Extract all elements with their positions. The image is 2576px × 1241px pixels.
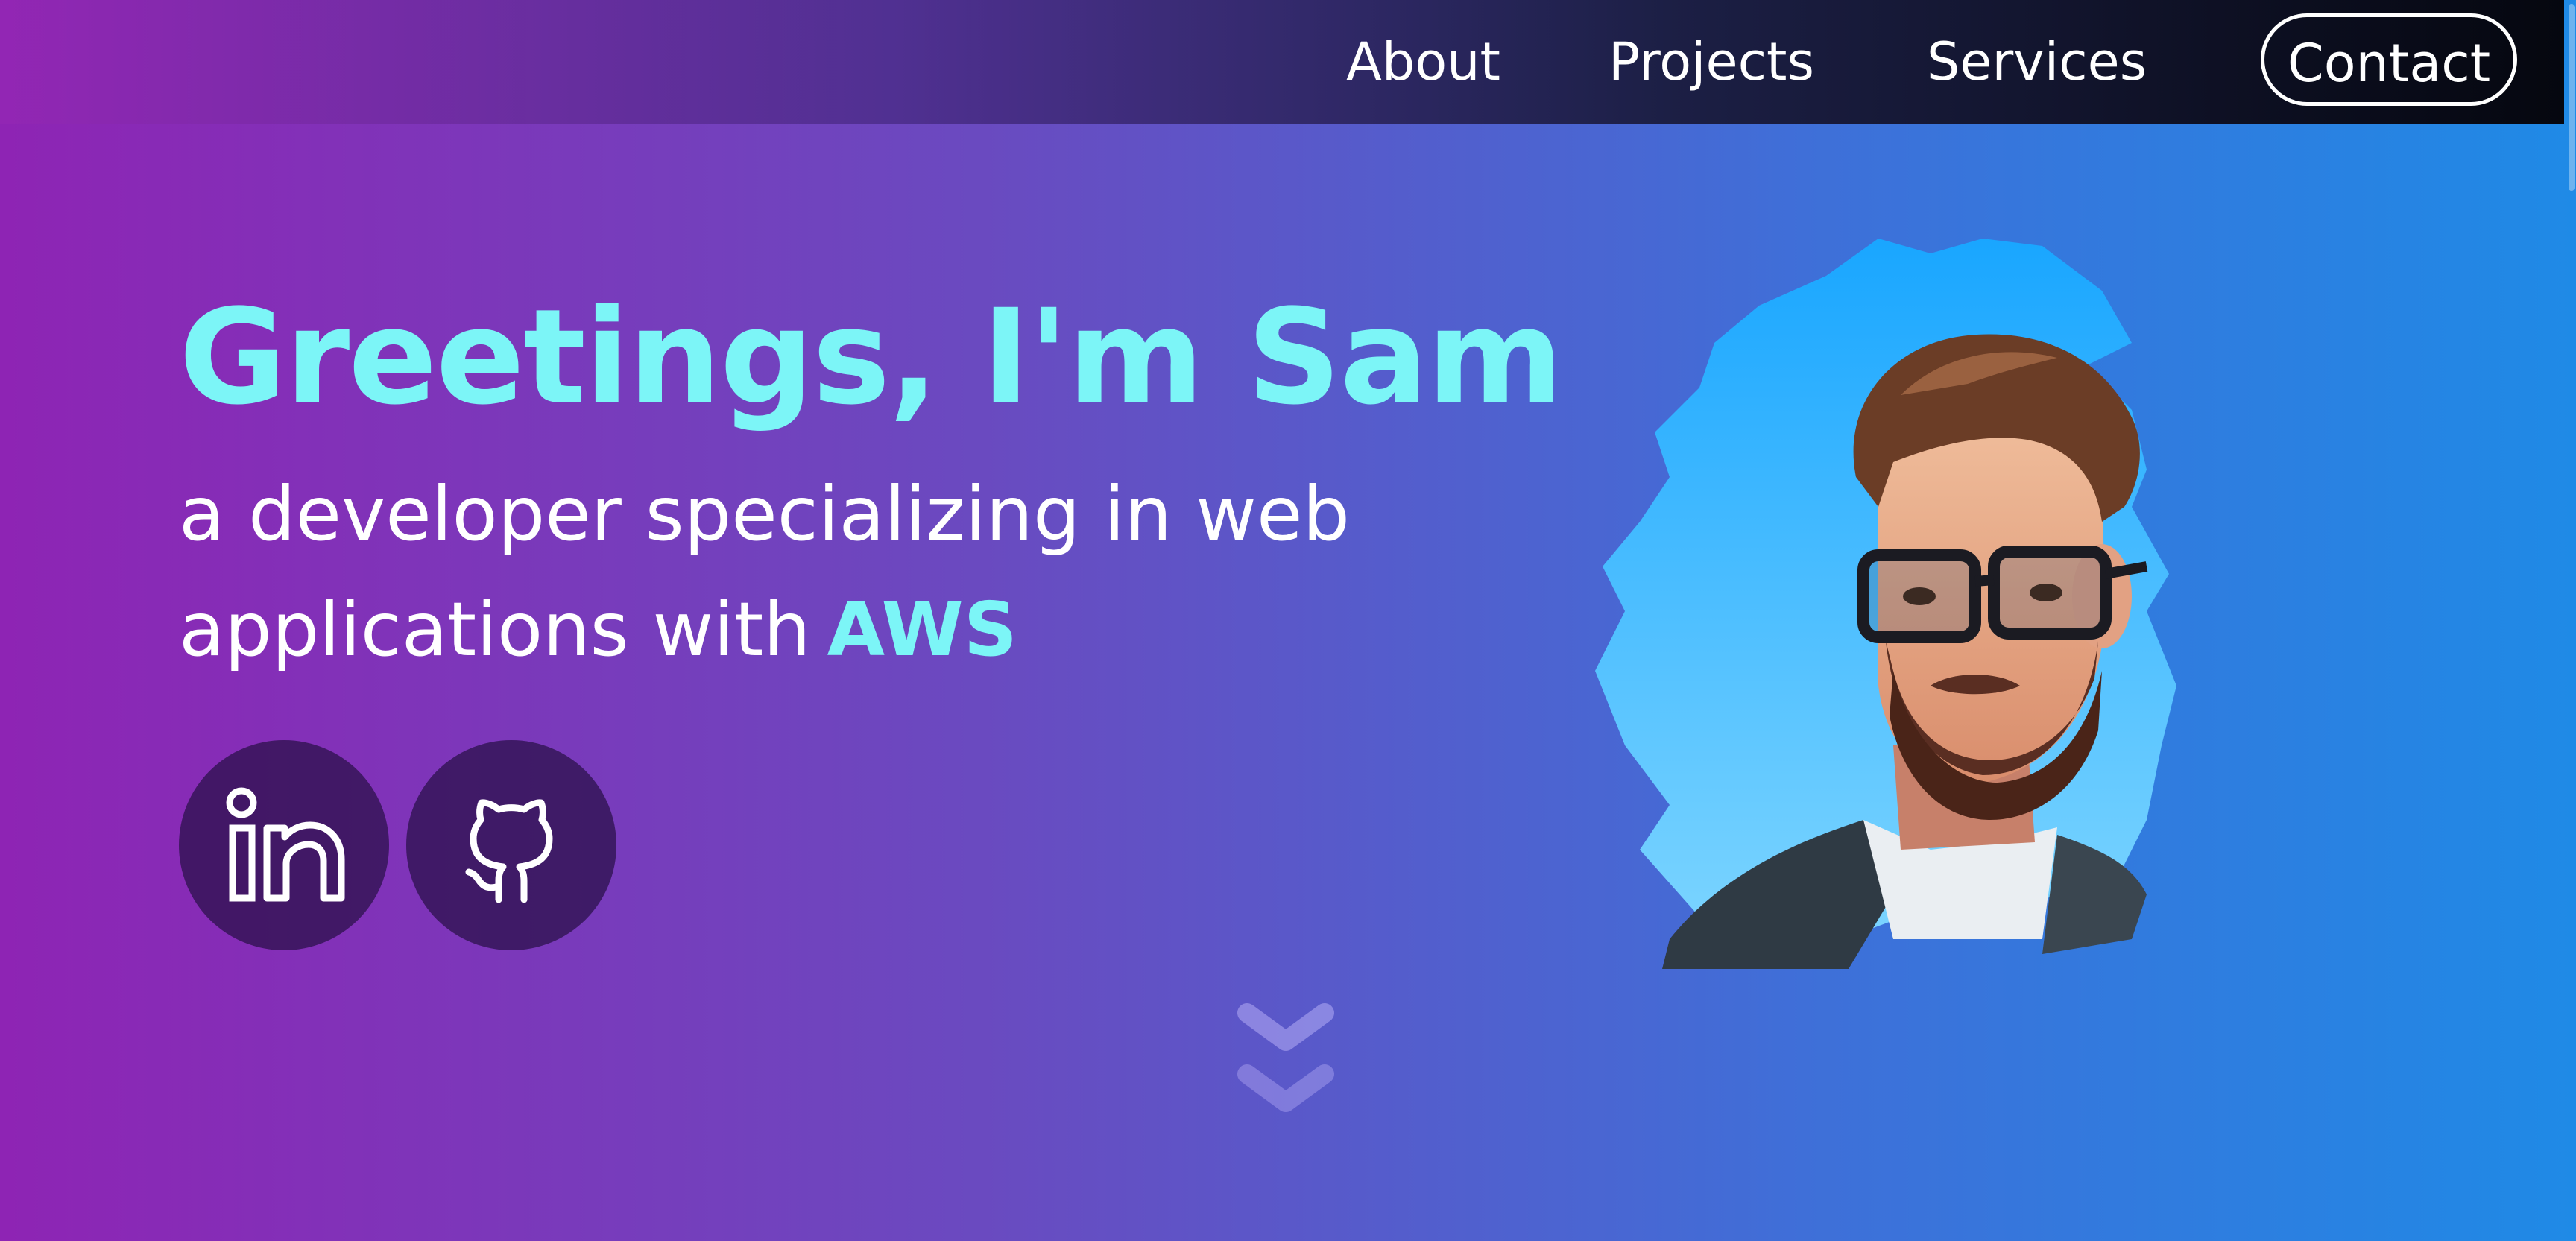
hero-subtitle-accent: AWS xyxy=(827,586,1017,673)
hero-subtitle-line-2: applications with AWS xyxy=(179,578,1017,682)
top-navigation-bar: About Projects Services Contact xyxy=(0,0,2564,124)
linkedin-icon xyxy=(226,787,345,902)
nav-projects-link[interactable]: Projects xyxy=(1609,28,1814,95)
nav-about-link[interactable]: About xyxy=(1346,28,1500,95)
hero-subtitle-text: applications with xyxy=(179,586,811,673)
page: About Projects Services Contact Greeting… xyxy=(0,0,2576,1241)
hero-greeting: Greetings, I'm Sam xyxy=(179,281,1564,434)
chevron-double-down-icon xyxy=(1237,1003,1334,1112)
scrollbar-thumb[interactable] xyxy=(2569,4,2575,191)
nav-services-link[interactable]: Services xyxy=(1927,28,2147,95)
nav-contact-button[interactable]: Contact xyxy=(2261,13,2517,106)
avatar-portrait xyxy=(1580,224,2266,976)
scroll-down-button[interactable] xyxy=(1234,995,1338,1129)
github-icon xyxy=(465,799,553,903)
page-scrollbar[interactable] xyxy=(2564,0,2576,1241)
hero-subtitle-line-1: a developer specializing in web xyxy=(179,470,1350,558)
linkedin-button[interactable] xyxy=(179,740,389,950)
avatar-illustration xyxy=(1595,239,2176,969)
github-button[interactable] xyxy=(406,740,616,950)
